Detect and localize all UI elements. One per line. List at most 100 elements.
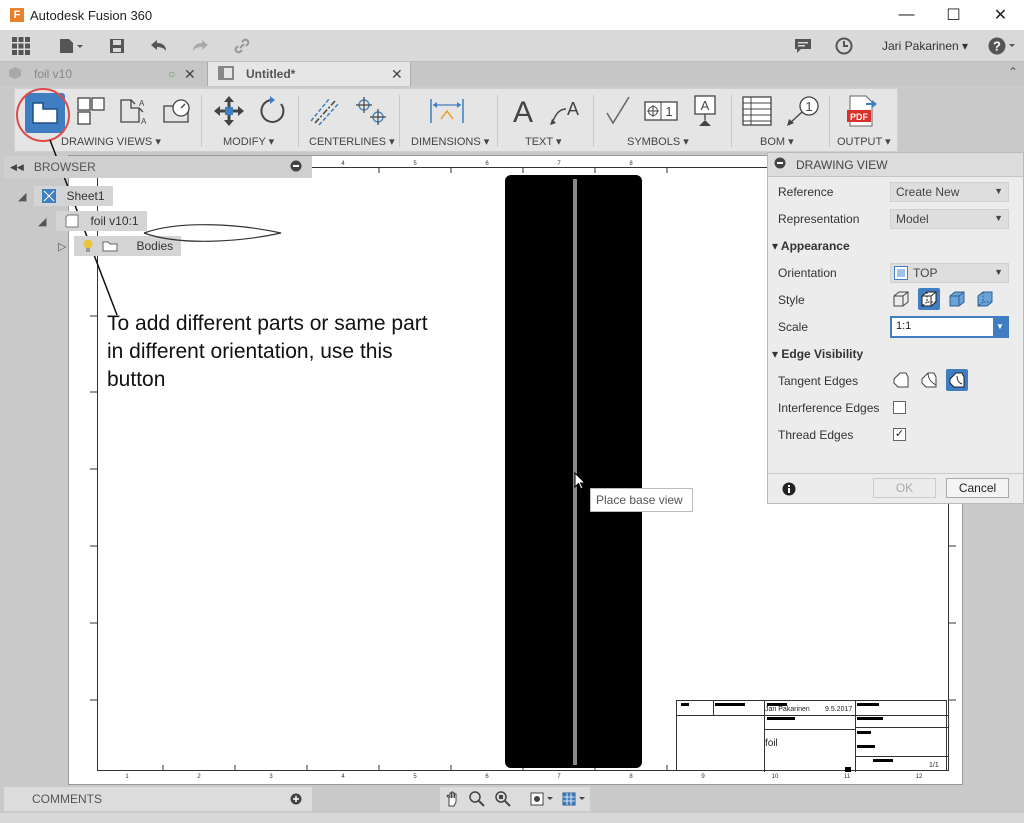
feature-control-frame-button[interactable]: 1 <box>643 93 679 129</box>
data-panel-grid-icon[interactable] <box>10 36 32 56</box>
modify-menu[interactable]: MODIFY ▾ <box>223 135 274 148</box>
cancel-button[interactable]: Cancel <box>946 478 1009 498</box>
tree-item-sheet1[interactable]: ◢ Sheet1 <box>18 185 113 207</box>
place-base-view-tooltip: Place base view <box>590 488 693 512</box>
divider <box>731 95 732 147</box>
thread-edges-checkbox[interactable]: ✓ <box>893 428 906 441</box>
minimize-button[interactable]: — <box>883 0 930 30</box>
comments-label: COMMENTS <box>32 792 102 806</box>
tree-item-component[interactable]: ◢ foil v10:1 <box>38 210 147 232</box>
collapse-panel-icon[interactable]: ◀◀ <box>10 162 24 173</box>
shaded-style-icon[interactable] <box>946 288 968 310</box>
centerlines-menu[interactable]: CENTERLINES ▾ <box>309 135 395 148</box>
drawing-views-menu[interactable]: DRAWING VIEWS ▾ <box>61 135 161 148</box>
visible-hidden-edges-style-icon[interactable] <box>918 288 940 310</box>
info-icon[interactable] <box>782 482 796 499</box>
tree-item-label: Sheet1 <box>66 189 105 203</box>
status-bar <box>0 813 1024 823</box>
close-button[interactable]: ✕ <box>977 0 1024 30</box>
maximize-button[interactable]: ☐ <box>930 0 977 30</box>
tab-untitled[interactable]: Untitled* ✕ <box>207 62 411 86</box>
orientation-select[interactable]: TOP ▼ <box>890 263 1009 283</box>
tangent-off-icon[interactable] <box>890 369 912 391</box>
dimensions-menu[interactable]: DIMENSIONS ▾ <box>411 135 489 148</box>
text-icon: A <box>513 96 533 127</box>
title-block: Jari Pakarinen 9.5.2017 foil 1/1 <box>676 700 948 772</box>
feature-control-frame-icon: 1 <box>644 101 678 121</box>
shaded-hidden-edges-style-icon[interactable] <box>974 288 996 310</box>
move-button[interactable] <box>211 93 247 129</box>
output-menu[interactable]: OUTPUT ▾ <box>837 135 891 148</box>
section-view-button[interactable]: AA <box>115 93 151 129</box>
table-button[interactable] <box>739 93 775 129</box>
dialog-title: DRAWING VIEW <box>796 157 888 172</box>
text-button[interactable]: A <box>505 93 541 129</box>
representation-select[interactable]: Model ▼ <box>890 209 1009 229</box>
detail-view-button[interactable] <box>159 93 195 129</box>
tab-foil-v10[interactable]: foil v10 ○ ✕ <box>0 62 205 86</box>
tab-close-icon[interactable]: ✕ <box>391 66 403 83</box>
leader-button[interactable]: A <box>547 93 583 129</box>
add-comment-icon[interactable] <box>290 793 302 808</box>
lightbulb-visibility-icon[interactable] <box>82 239 94 253</box>
zoom-window-icon[interactable] <box>468 790 486 811</box>
collapse-chevron-up-icon[interactable]: ⌃ <box>1008 65 1018 79</box>
rotate-button[interactable] <box>255 93 291 129</box>
minus-circle-icon[interactable] <box>290 160 302 175</box>
output-pdf-button[interactable]: PDF <box>843 93 879 129</box>
pan-hand-icon[interactable] <box>444 790 462 811</box>
base-view-button[interactable] <box>25 93 65 133</box>
minus-circle-icon[interactable] <box>774 157 786 172</box>
reference-select[interactable]: Create New ▼ <box>890 182 1009 202</box>
dialog-footer: OK Cancel <box>768 473 1023 503</box>
centerline-icon <box>310 98 340 126</box>
ribbon-toolbar: AA DRAWING VIEWS ▾ MODIFY ▾ CENTERLINES … <box>14 88 898 152</box>
save-icon[interactable] <box>106 36 128 56</box>
browser-panel-header[interactable]: ◀◀ BROWSER <box>4 156 312 178</box>
help-icon[interactable]: ? <box>986 36 1020 56</box>
dimension-icon <box>430 99 464 123</box>
user-account-menu[interactable]: Jari Pakarinen ▾ <box>882 39 968 53</box>
tangent-shortened-icon[interactable] <box>946 369 968 391</box>
expand-triangle-icon[interactable]: ◢ <box>18 190 26 203</box>
file-menu-icon[interactable] <box>56 36 86 56</box>
redo-icon[interactable] <box>189 36 211 56</box>
dropdown-arrow-icon[interactable]: ▼ <box>993 318 1007 336</box>
center-mark-button[interactable] <box>353 93 389 129</box>
zoom-fit-icon[interactable] <box>494 790 512 811</box>
tangent-full-length-icon[interactable] <box>918 369 940 391</box>
tab-close-icon[interactable]: ✕ <box>184 66 196 83</box>
pdf-icon: PDF <box>847 95 877 127</box>
dropdown-arrow-icon: ▼ <box>994 267 1003 277</box>
tab-label: foil v10 <box>34 67 73 81</box>
edge-visibility-section[interactable]: ▾ Edge Visibility <box>772 347 863 361</box>
detail-view-icon <box>163 99 190 123</box>
datum-identifier-button[interactable]: A <box>687 93 723 129</box>
dimension-button[interactable] <box>429 93 465 129</box>
centerline-button[interactable] <box>307 93 343 129</box>
symbols-menu[interactable]: SYMBOLS ▾ <box>627 135 689 148</box>
grid-settings-icon[interactable] <box>562 790 586 811</box>
display-settings-icon[interactable] <box>530 790 554 811</box>
projected-view-button[interactable] <box>73 93 109 129</box>
svg-text:1: 1 <box>665 104 672 119</box>
expand-triangle-icon[interactable]: ◢ <box>38 215 46 228</box>
surface-texture-button[interactable] <box>599 93 635 129</box>
interference-edges-checkbox[interactable] <box>893 401 906 414</box>
expand-triangle-right-icon[interactable]: ▷ <box>58 240 66 253</box>
ok-button[interactable]: OK <box>873 478 936 498</box>
visible-edges-style-icon[interactable] <box>890 288 912 310</box>
svg-text:A: A <box>567 99 579 119</box>
scale-input[interactable]: 1:1 ▼ <box>890 316 1009 338</box>
comments-panel[interactable]: COMMENTS <box>4 787 312 811</box>
text-menu[interactable]: TEXT ▾ <box>525 135 562 148</box>
bom-menu[interactable]: BOM ▾ <box>760 135 794 148</box>
link-icon[interactable] <box>231 36 253 56</box>
job-status-clock-icon[interactable] <box>833 36 855 56</box>
svg-text:A: A <box>513 96 533 127</box>
comments-icon[interactable] <box>792 36 814 56</box>
projected-view-icon <box>77 97 105 125</box>
appearance-section[interactable]: ▾ Appearance <box>772 239 850 253</box>
balloon-button[interactable]: 1 <box>785 93 821 129</box>
undo-icon[interactable] <box>148 36 170 56</box>
